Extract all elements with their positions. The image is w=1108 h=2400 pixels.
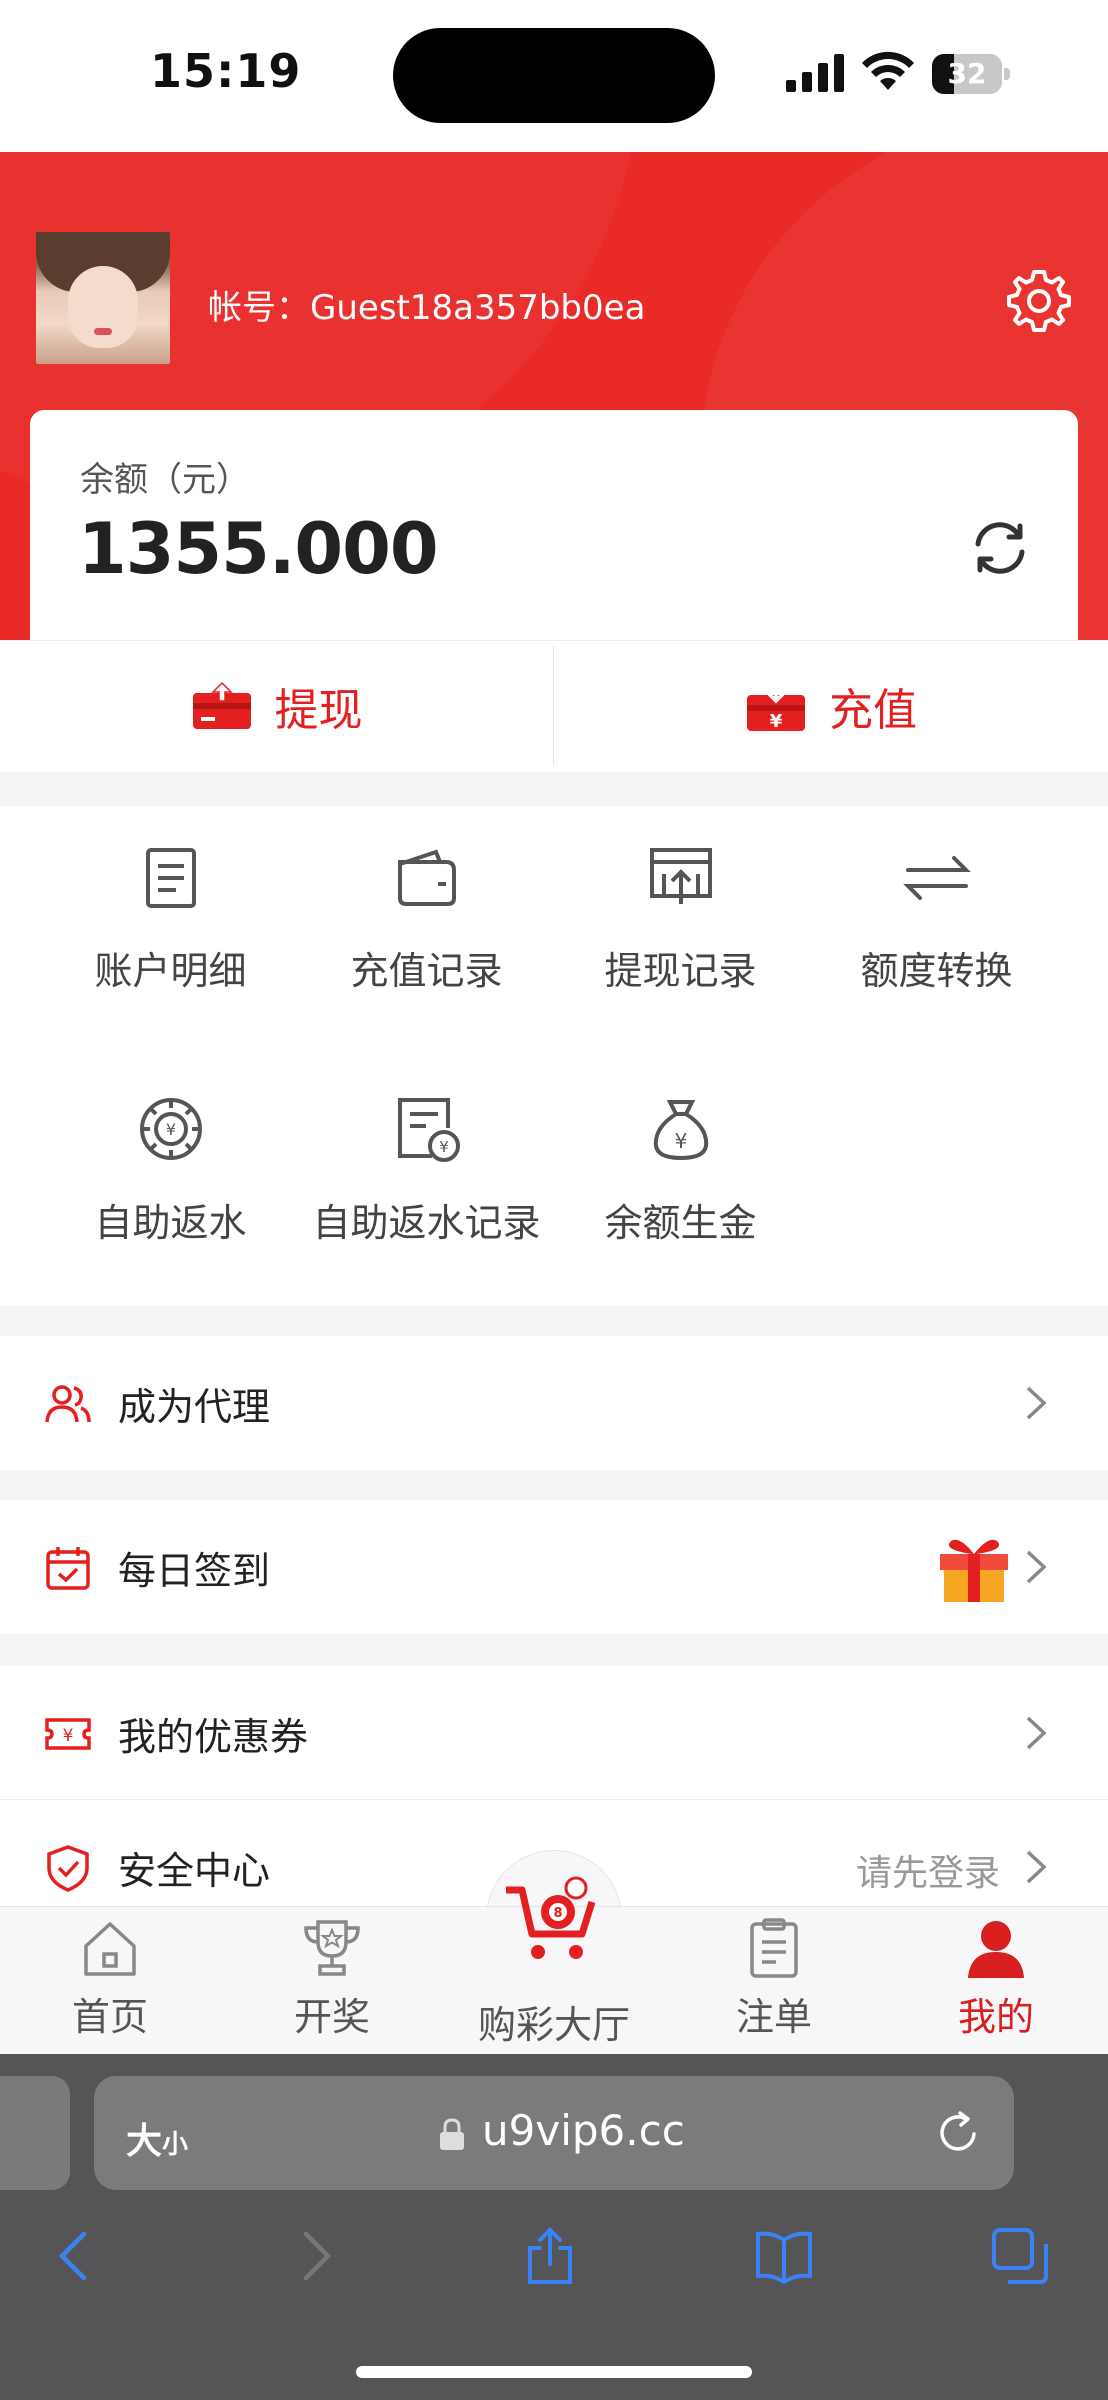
gift-icon bbox=[940, 1539, 1008, 1602]
home-icon bbox=[84, 1922, 136, 1976]
chevron-right-icon bbox=[1026, 1386, 1047, 1420]
chevron-right-icon bbox=[1026, 1716, 1047, 1750]
transfer-icon bbox=[902, 856, 971, 900]
refresh-icon[interactable] bbox=[970, 518, 1030, 578]
rebate-record-icon: ¥ bbox=[397, 1098, 460, 1162]
recharge-icon: ¥ bbox=[747, 681, 805, 732]
lock-icon bbox=[440, 2118, 464, 2150]
recharge-button[interactable]: ¥ 充值 bbox=[554, 640, 1108, 772]
dynamic-island bbox=[393, 28, 715, 123]
withdraw-button[interactable]: 提现 bbox=[0, 640, 553, 772]
gear-icon[interactable] bbox=[1006, 268, 1072, 334]
withdraw-record-icon bbox=[649, 848, 712, 904]
chevron-right-icon bbox=[1026, 1850, 1047, 1884]
cellular-signal-icon bbox=[786, 54, 844, 92]
tab-home[interactable]: 首页 bbox=[0, 1906, 220, 2054]
previous-tab-preview[interactable] bbox=[0, 2076, 70, 2190]
list-item-my-coupons[interactable]: ¥ 我的优惠券 bbox=[0, 1666, 1108, 1800]
text-size-button[interactable]: 大小 bbox=[126, 2112, 188, 2164]
share-icon[interactable] bbox=[520, 2226, 580, 2286]
list-item-become-agent[interactable]: 成为代理 bbox=[0, 1336, 1108, 1470]
grid-item-quota-transfer[interactable]: 额度转换 bbox=[798, 842, 1075, 995]
chevron-right-icon bbox=[1026, 1550, 1047, 1584]
reload-icon[interactable] bbox=[936, 2110, 982, 2156]
grid-item-withdraw-records[interactable]: 提现记录 bbox=[542, 842, 819, 995]
coupon-icon: ¥ bbox=[45, 1718, 91, 1750]
back-icon[interactable] bbox=[46, 2226, 106, 2286]
grid-item-recharge-records[interactable]: 充值记录 bbox=[288, 842, 565, 995]
svg-text:¥: ¥ bbox=[63, 1726, 74, 1746]
tab-mine[interactable]: 我的 bbox=[886, 1906, 1106, 2054]
users-icon bbox=[45, 1385, 91, 1423]
battery-icon: 32 bbox=[932, 54, 1010, 94]
wallet-icon bbox=[397, 849, 456, 906]
rebate-chip-icon: ¥ bbox=[139, 1098, 202, 1160]
status-time: 15:19 bbox=[150, 44, 302, 98]
svg-text:¥: ¥ bbox=[165, 1120, 175, 1139]
balance-label: 余额（元） bbox=[80, 460, 250, 500]
home-indicator bbox=[356, 2366, 752, 2378]
grid-item-balance-interest[interactable]: ¥ 余额生金 bbox=[542, 1094, 819, 1247]
wifi-icon bbox=[862, 51, 914, 90]
trophy-icon bbox=[304, 1920, 360, 1976]
tabs-icon[interactable] bbox=[990, 2226, 1050, 2286]
battery-percent: 32 bbox=[947, 57, 987, 90]
avatar[interactable] bbox=[36, 232, 170, 364]
forward-icon[interactable] bbox=[284, 2226, 344, 2286]
tab-bets[interactable]: 注单 bbox=[664, 1906, 884, 2054]
svg-text:¥: ¥ bbox=[770, 711, 783, 732]
calendar-check-icon bbox=[46, 1547, 90, 1590]
login-prompt: 请先登录 bbox=[855, 1853, 1000, 1894]
clipboard-icon bbox=[750, 1918, 798, 1978]
document-icon bbox=[145, 848, 196, 908]
svg-text:¥: ¥ bbox=[439, 1138, 449, 1156]
grid-item-self-rebate[interactable]: ¥ 自助返水 bbox=[32, 1094, 309, 1247]
user-icon bbox=[968, 1921, 1024, 1978]
account-id: 帐号：Guest18a357bb0ea bbox=[208, 288, 646, 328]
withdraw-label: 提现 bbox=[274, 685, 363, 736]
grid-item-self-rebate-records[interactable]: ¥ 自助返水记录 bbox=[288, 1094, 565, 1247]
tab-lottery-hall[interactable]: 购彩大厅 bbox=[444, 1906, 664, 2054]
grid-item-account-details[interactable]: 账户明细 bbox=[32, 842, 309, 995]
shield-check-icon bbox=[47, 1845, 89, 1892]
bookmarks-icon[interactable] bbox=[754, 2226, 814, 2286]
list-item-daily-checkin[interactable]: 每日签到 bbox=[0, 1500, 1108, 1634]
withdraw-icon bbox=[192, 681, 251, 729]
url-text: u9vip6.cc bbox=[482, 2106, 685, 2155]
balance-value: 1355.000 bbox=[78, 508, 439, 590]
recharge-label: 充值 bbox=[829, 685, 917, 736]
money-bag-icon: ¥ bbox=[653, 1100, 708, 1161]
tab-lottery-results[interactable]: 开奖 bbox=[222, 1906, 442, 2054]
svg-text:¥: ¥ bbox=[674, 1129, 687, 1153]
